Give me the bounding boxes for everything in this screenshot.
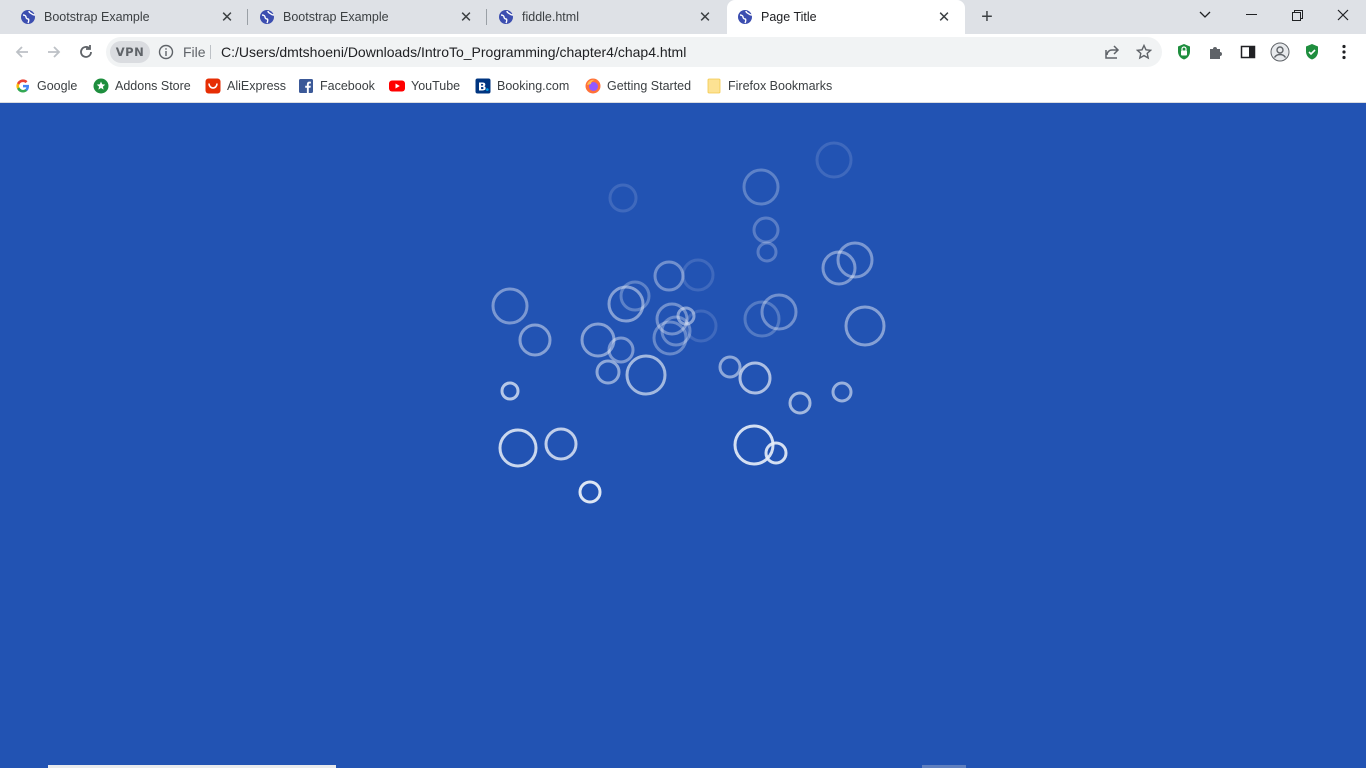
google-icon xyxy=(15,78,31,94)
bookmarks-bar: Google Addons Store AliExpress Facebook … xyxy=(0,70,1366,103)
tab-bootstrap-example-2[interactable]: Bootstrap Example ✕ xyxy=(248,0,487,34)
new-tab-icon[interactable]: + xyxy=(975,6,999,28)
tab-title: Page Title xyxy=(761,10,817,24)
tab-strip: Bootstrap Example ✕ Bootstrap Example ✕ … xyxy=(0,0,1366,34)
menu-kebab-icon[interactable] xyxy=(1332,40,1356,64)
bubble xyxy=(652,320,688,356)
bookmark-label: Facebook xyxy=(320,79,375,93)
close-window-icon[interactable] xyxy=(1320,0,1366,30)
bookmark-youtube[interactable]: YouTube xyxy=(389,76,460,96)
bubble xyxy=(738,361,772,395)
bubble xyxy=(718,355,742,379)
bubble xyxy=(681,258,715,292)
back-icon[interactable] xyxy=(8,38,36,66)
security-shield-icon[interactable] xyxy=(1300,40,1324,64)
close-tab-icon[interactable]: ✕ xyxy=(935,8,953,26)
restore-icon[interactable] xyxy=(1274,0,1320,30)
facebook-icon xyxy=(298,78,314,94)
bubble xyxy=(756,241,778,263)
bookmark-label: AliExpress xyxy=(227,79,287,93)
bubble xyxy=(844,305,886,347)
close-tab-icon[interactable]: ✕ xyxy=(218,8,236,26)
bubbles-animation xyxy=(491,141,886,504)
bookmark-label: Google xyxy=(37,79,78,93)
bookmark-addons-store[interactable]: Addons Store xyxy=(93,76,191,96)
side-panel-icon[interactable] xyxy=(1236,40,1260,64)
tab-title: Bootstrap Example xyxy=(283,10,389,24)
close-tab-icon[interactable]: ✕ xyxy=(457,8,475,26)
bubble xyxy=(764,441,788,465)
globe-icon xyxy=(21,10,36,24)
tab-bootstrap-example-1[interactable]: Bootstrap Example ✕ xyxy=(0,0,248,34)
bubble xyxy=(831,381,853,403)
bookmark-label: Firefox Bookmarks xyxy=(728,79,833,93)
reload-icon[interactable] xyxy=(72,38,100,66)
bubble xyxy=(608,183,638,213)
bookmark-facebook[interactable]: Facebook xyxy=(298,76,375,96)
addons-store-icon xyxy=(93,78,109,94)
bubble xyxy=(491,287,529,325)
bubble xyxy=(788,391,812,415)
bubble xyxy=(607,336,635,364)
bubble xyxy=(653,260,685,292)
bubble xyxy=(518,323,552,357)
booking-icon: B xyxy=(475,78,491,94)
bubble xyxy=(625,354,667,396)
tab-title: Bootstrap Example xyxy=(44,10,150,24)
bubble xyxy=(498,428,538,468)
firefox-icon xyxy=(585,78,601,94)
bubble xyxy=(607,285,645,323)
vpn-extension-icon[interactable] xyxy=(1172,40,1196,64)
bubble xyxy=(578,480,602,504)
bookmark-google[interactable]: Google xyxy=(15,76,77,96)
info-icon[interactable] xyxy=(158,44,174,60)
profile-avatar-icon[interactable] xyxy=(1268,40,1292,64)
bookmark-star-icon[interactable] xyxy=(1133,41,1155,63)
bookmark-label: Getting Started xyxy=(607,79,692,93)
page-content xyxy=(0,103,1366,768)
extensions-puzzle-icon[interactable] xyxy=(1204,40,1228,64)
bubble xyxy=(595,359,621,385)
url-text[interactable]: C:/Users/dmtshoeni/Downloads/IntroTo_Pro… xyxy=(221,44,686,60)
bubble xyxy=(742,168,780,206)
bookmark-booking[interactable]: B Booking.com xyxy=(475,76,569,96)
vpn-badge[interactable]: VPN xyxy=(110,41,150,63)
forward-icon[interactable] xyxy=(40,38,68,66)
bookmark-aliexpress[interactable]: AliExpress xyxy=(205,76,286,96)
globe-icon xyxy=(260,10,275,24)
browser-toolbar: VPN File C:/Users/dmtshoeni/Downloads/In… xyxy=(0,34,1366,70)
url-scheme-label: File xyxy=(183,44,206,60)
bookmark-getting-started[interactable]: Getting Started xyxy=(585,76,691,96)
tab-title: fiddle.html xyxy=(522,10,579,24)
aliexpress-icon xyxy=(205,78,221,94)
youtube-icon xyxy=(389,78,405,94)
share-icon[interactable] xyxy=(1101,41,1123,63)
bubble xyxy=(752,216,780,244)
bubble xyxy=(815,141,853,179)
bookmark-label: Booking.com xyxy=(497,79,570,93)
folder-icon xyxy=(706,78,722,94)
close-tab-icon[interactable]: ✕ xyxy=(696,8,714,26)
bookmark-label: Addons Store xyxy=(115,79,191,93)
tab-page-title[interactable]: Page Title ✕ xyxy=(727,0,965,34)
bubble xyxy=(500,381,520,401)
globe-icon xyxy=(499,10,514,24)
url-separator xyxy=(210,45,211,59)
bookmark-firefox-bookmarks-folder[interactable]: Firefox Bookmarks xyxy=(706,76,832,96)
globe-icon xyxy=(738,10,753,24)
tab-fiddle[interactable]: fiddle.html ✕ xyxy=(487,0,726,34)
tab-search-icon[interactable] xyxy=(1182,0,1228,30)
svg-text:B: B xyxy=(478,81,486,94)
bookmark-label: YouTube xyxy=(411,79,461,93)
minimize-icon[interactable] xyxy=(1228,0,1274,30)
address-bar[interactable]: VPN File C:/Users/dmtshoeni/Downloads/In… xyxy=(106,37,1162,67)
bubble xyxy=(544,427,578,461)
